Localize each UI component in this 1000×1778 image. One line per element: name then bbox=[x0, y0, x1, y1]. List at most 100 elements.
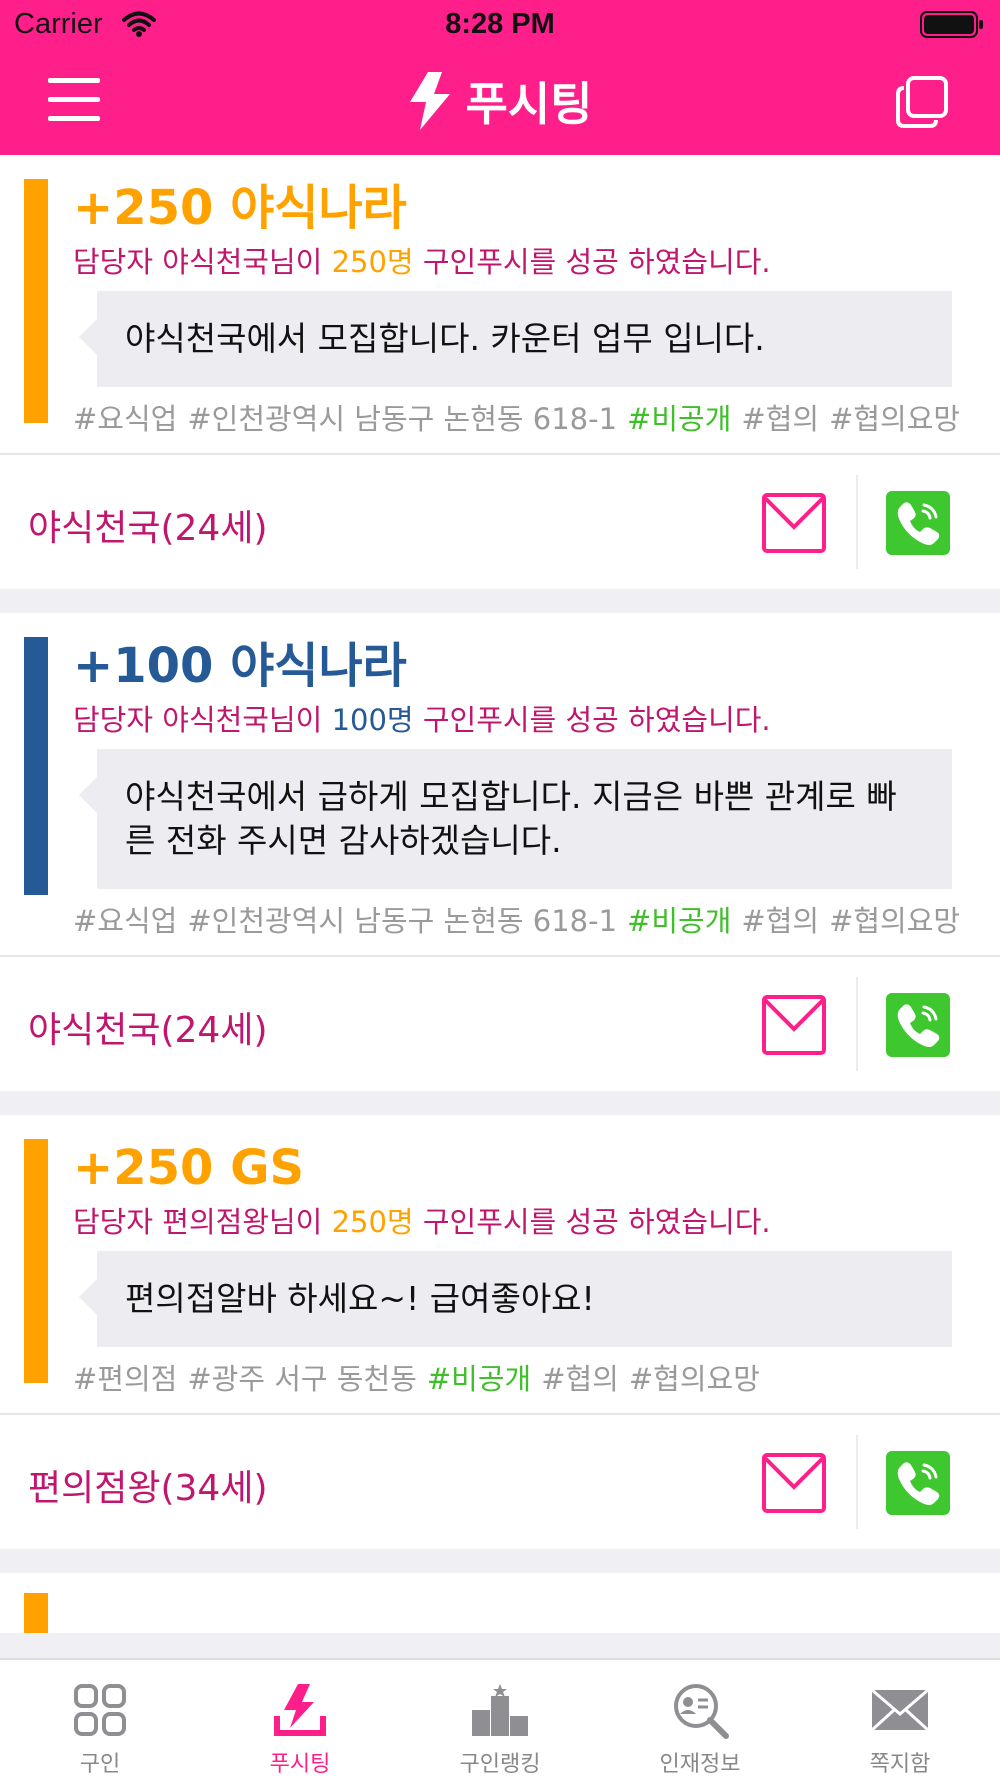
phone-icon bbox=[897, 502, 940, 545]
success-suffix: 구인푸시를 성공 하였습니다. bbox=[413, 703, 771, 737]
grid-icon bbox=[74, 1684, 126, 1736]
bubble-tail bbox=[79, 1279, 97, 1315]
card-body: +250 야식나라 담당자 야식천국님이 250명 구인푸시를 성공 하였습니다… bbox=[0, 155, 1000, 453]
accent-bar bbox=[24, 179, 48, 423]
tab-podium[interactable]: 구인랭킹 bbox=[400, 1660, 600, 1778]
push-card[interactable]: +250 야식나라 담당자 야식천국님이 250명 구인푸시를 성공 하였습니다… bbox=[0, 155, 1000, 589]
tab-label: 구인랭킹 bbox=[459, 1752, 541, 1777]
phone-icon bbox=[897, 1462, 940, 1505]
card-body: +100 야식나라 담당자 야식천국님이 100명 구인푸시를 성공 하였습니다… bbox=[0, 613, 1000, 955]
tab-label: 인재정보 bbox=[659, 1752, 741, 1777]
nav-title-group: 푸시팅 bbox=[0, 68, 1000, 134]
card-footer: 야식천국(24세) bbox=[0, 455, 1000, 589]
tag: #협의요망 bbox=[829, 904, 961, 938]
accent-bar bbox=[24, 637, 48, 895]
success-count: 250명 bbox=[331, 1205, 414, 1239]
card-title: +250 GS bbox=[73, 1140, 305, 1196]
success-count: 100명 bbox=[331, 703, 414, 737]
tag: #인천광역시 남동구 논현동 618-1 bbox=[187, 402, 618, 436]
poster-name[interactable]: 야식천국(24세) bbox=[28, 1001, 268, 1053]
success-prefix: 담당자 야식천국님이 bbox=[73, 703, 332, 737]
tag-list: #편의점 #광주 서구 동천동 #비공개 #협의 #협의요망 bbox=[73, 1359, 952, 1413]
push-bolt-icon bbox=[274, 1684, 326, 1736]
success-prefix: 담당자 야식천국님이 bbox=[73, 245, 332, 279]
tag: #비공개 bbox=[627, 402, 732, 436]
status-time: 8:28 PM bbox=[445, 8, 555, 40]
success-prefix: 담당자 편의점왕님이 bbox=[73, 1205, 332, 1239]
tab-label: 쪽지함 bbox=[869, 1752, 931, 1777]
tag: #광주 서구 동천동 bbox=[187, 1362, 417, 1396]
phone-icon bbox=[897, 1004, 940, 1047]
push-card[interactable]: +250 GS 담당자 편의점왕님이 250명 구인푸시를 성공 하였습니다. … bbox=[0, 1115, 1000, 1549]
tag: #편의점 bbox=[73, 1362, 178, 1396]
push-card[interactable]: +100 야식나라 담당자 야식천국님이 100명 구인푸시를 성공 하였습니다… bbox=[0, 613, 1000, 1091]
push-card-partial[interactable] bbox=[0, 1573, 1000, 1633]
bolt-icon bbox=[409, 72, 450, 130]
message-text: 편의접알바 하세요~! 급여좋아요! bbox=[97, 1251, 952, 1347]
message-icon[interactable] bbox=[762, 1453, 826, 1513]
card-body: +250 GS 담당자 편의점왕님이 250명 구인푸시를 성공 하였습니다. … bbox=[0, 1115, 1000, 1413]
accent-bar bbox=[24, 1139, 48, 1383]
tab-grid[interactable]: 구인 bbox=[0, 1660, 200, 1778]
tag: #비공개 bbox=[426, 1362, 532, 1396]
success-suffix: 구인푸시를 성공 하였습니다. bbox=[413, 1205, 771, 1239]
nav-bar: 푸시팅 bbox=[0, 50, 1000, 155]
card-content: +250 야식나라 담당자 야식천국님이 250명 구인푸시를 성공 하였습니다… bbox=[73, 179, 960, 453]
message-bubble: 야식천국에서 모집합니다. 카운터 업무 입니다. bbox=[79, 291, 952, 387]
message-icon[interactable] bbox=[762, 493, 826, 553]
tab-person-search[interactable]: 인재정보 bbox=[600, 1660, 800, 1778]
tag: #협의 bbox=[741, 904, 820, 938]
divider bbox=[856, 977, 858, 1071]
tag: #협의 bbox=[741, 402, 820, 436]
tag: #협의 bbox=[541, 1362, 619, 1396]
divider bbox=[856, 475, 858, 569]
tag-list: #요식업 #인천광역시 남동구 논현동 618-1 #비공개 #협의 #협의요망 bbox=[73, 901, 960, 955]
call-button[interactable] bbox=[886, 491, 950, 555]
message-text: 야식천국에서 급하게 모집합니다. 지금은 바쁜 관계로 빠른 전화 주시면 감… bbox=[97, 749, 952, 889]
poster-name[interactable]: 야식천국(24세) bbox=[28, 499, 268, 551]
message-bubble: 편의접알바 하세요~! 급여좋아요! bbox=[79, 1251, 952, 1347]
tag: #비공개 bbox=[627, 904, 732, 938]
message-icon[interactable] bbox=[762, 995, 826, 1055]
tab-envelope[interactable]: 쪽지함 bbox=[800, 1660, 1000, 1778]
tab-label: 구인 bbox=[79, 1752, 121, 1777]
tag: #요식업 bbox=[73, 904, 178, 938]
card-title: +250 야식나라 bbox=[73, 180, 407, 236]
status-bar: Carrier 8:28 PM bbox=[0, 0, 1000, 50]
podium-icon bbox=[472, 1684, 528, 1736]
success-message: 담당자 야식천국님이 100명 구인푸시를 성공 하였습니다. bbox=[73, 701, 952, 739]
success-count: 250명 bbox=[331, 245, 414, 279]
tag: #요식업 bbox=[73, 402, 178, 436]
card-content: +250 GS 담당자 편의점왕님이 250명 구인푸시를 성공 하였습니다. … bbox=[73, 1139, 952, 1413]
card-content: +100 야식나라 담당자 야식천국님이 100명 구인푸시를 성공 하였습니다… bbox=[73, 637, 960, 955]
page-title: 푸시팅 bbox=[465, 77, 593, 131]
call-button[interactable] bbox=[886, 1451, 950, 1515]
push-feed[interactable]: +250 야식나라 담당자 야식천국님이 250명 구인푸시를 성공 하였습니다… bbox=[0, 155, 1000, 1658]
accent-bar bbox=[24, 1593, 48, 1633]
copy-icon[interactable] bbox=[896, 76, 948, 128]
tab-bar: 구인 푸시팅 구인랭킹 인재정보 쪽지함 bbox=[0, 1658, 1000, 1778]
tab-label: 푸시팅 bbox=[269, 1752, 331, 1777]
call-button[interactable] bbox=[886, 993, 950, 1057]
tag: #협의요망 bbox=[628, 1362, 760, 1396]
card-footer: 편의점왕(34세) bbox=[0, 1415, 1000, 1549]
card-footer: 야식천국(24세) bbox=[0, 957, 1000, 1091]
nav-title-inner: 푸시팅 bbox=[408, 68, 593, 134]
success-message: 담당자 야식천국님이 250명 구인푸시를 성공 하였습니다. bbox=[73, 243, 952, 281]
card-title: +100 야식나라 bbox=[73, 638, 407, 694]
tab-push-bolt[interactable]: 푸시팅 bbox=[200, 1660, 400, 1778]
tag-list: #요식업 #인천광역시 남동구 논현동 618-1 #비공개 #협의 #협의요망 bbox=[73, 399, 960, 453]
success-suffix: 구인푸시를 성공 하였습니다. bbox=[413, 245, 771, 279]
divider bbox=[856, 1435, 858, 1529]
message-bubble: 야식천국에서 급하게 모집합니다. 지금은 바쁜 관계로 빠른 전화 주시면 감… bbox=[79, 749, 952, 889]
battery-icon bbox=[920, 11, 983, 38]
app-root: Carrier 8:28 PM 푸시팅 +250 야식나라 담당자 야식천국님이… bbox=[0, 0, 1000, 1778]
person-search-icon bbox=[674, 1684, 729, 1739]
poster-name[interactable]: 편의점왕(34세) bbox=[28, 1459, 268, 1511]
header: Carrier 8:28 PM 푸시팅 bbox=[0, 0, 1000, 155]
envelope-icon bbox=[870, 1688, 930, 1732]
bubble-tail bbox=[79, 777, 97, 813]
success-message: 담당자 편의점왕님이 250명 구인푸시를 성공 하였습니다. bbox=[73, 1203, 952, 1241]
tag: #인천광역시 남동구 논현동 618-1 bbox=[187, 904, 618, 938]
bubble-tail bbox=[79, 319, 97, 355]
